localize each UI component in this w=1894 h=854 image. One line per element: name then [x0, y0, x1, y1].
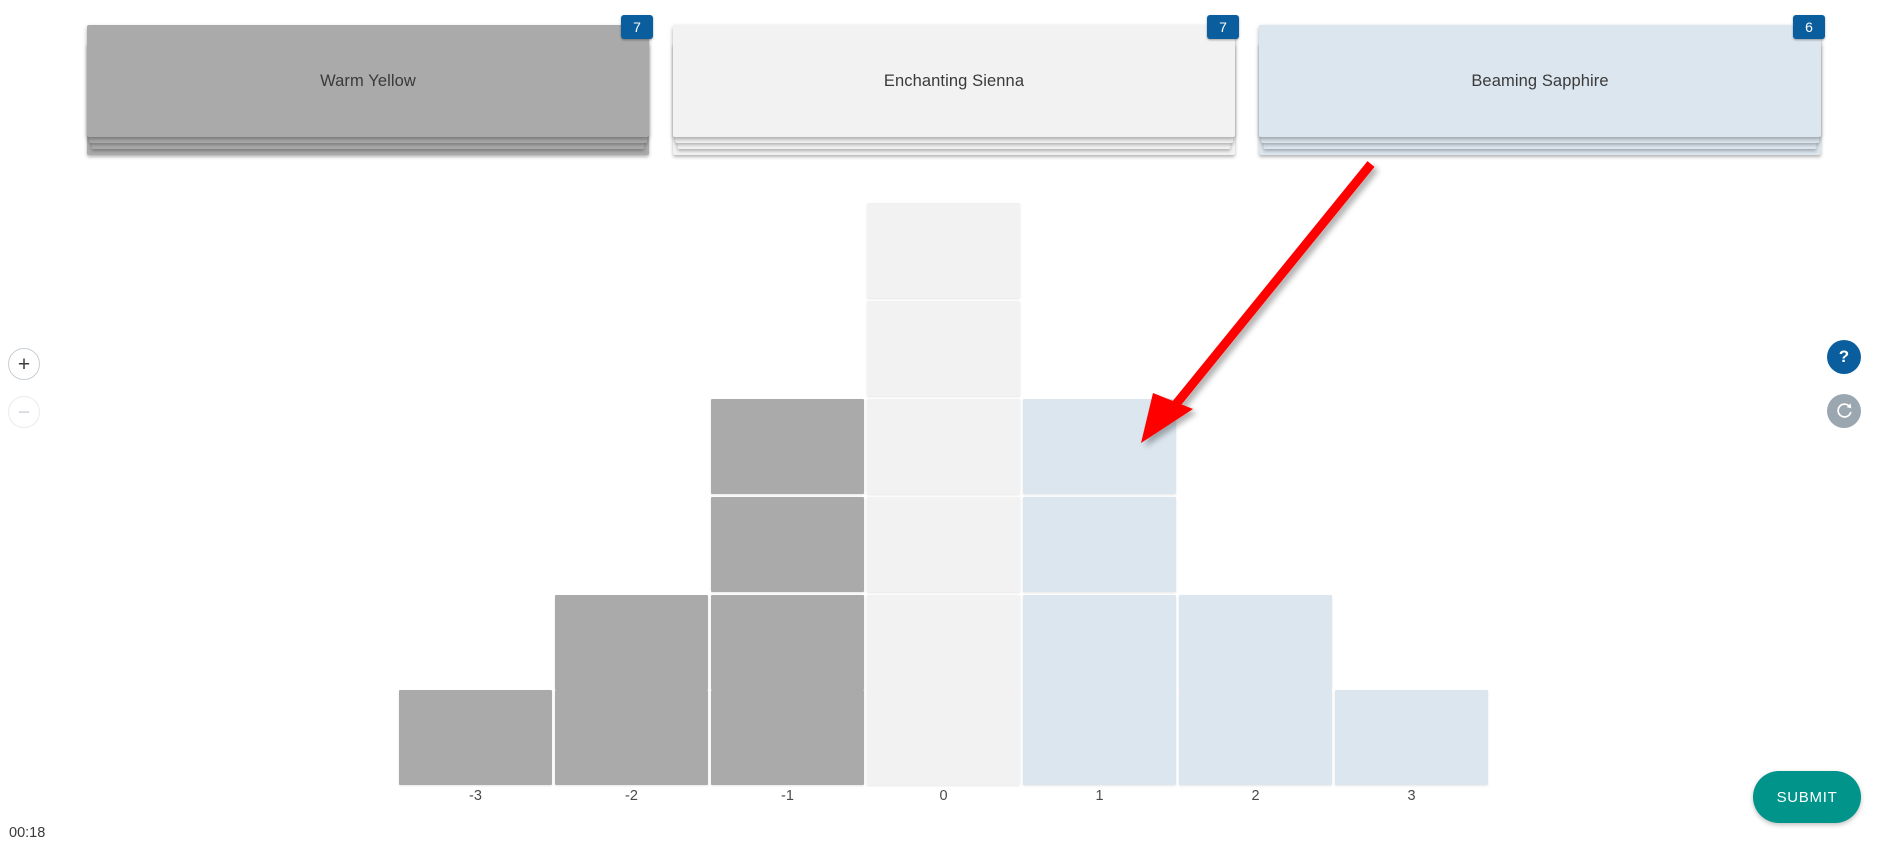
color-card-beaming-sapphire[interactable]: Beaming Sapphire 6: [1259, 15, 1825, 155]
x-axis-tick-label: -3: [469, 788, 482, 804]
card-label: Enchanting Sienna: [883, 71, 1025, 90]
histogram-column[interactable]: [399, 690, 552, 785]
card-label: Warm Yellow: [320, 71, 416, 90]
card-badge-count: 6: [1793, 15, 1825, 39]
color-card-warm-yellow[interactable]: Warm Yellow 7: [87, 15, 653, 155]
x-axis-tick-label: 2: [1251, 788, 1260, 804]
histogram-cell[interactable]: [711, 399, 864, 494]
reset-button[interactable]: [1827, 394, 1861, 428]
histogram-column[interactable]: [711, 396, 864, 785]
card-face[interactable]: Beaming Sapphire: [1259, 25, 1821, 137]
card-face[interactable]: Warm Yellow: [87, 25, 649, 137]
card-deck: Warm Yellow 7 Enchanting Sienna 7 Beamin…: [0, 0, 1894, 170]
histogram-cell[interactable]: [1179, 595, 1332, 690]
histogram-cell[interactable]: [1335, 690, 1488, 785]
color-card-enchanting-sienna[interactable]: Enchanting Sienna 7: [673, 15, 1239, 155]
zoom-in-button[interactable]: +: [8, 348, 40, 380]
histogram-column[interactable]: [1335, 690, 1488, 785]
histogram-cell[interactable]: [867, 203, 1020, 298]
zoom-out-button[interactable]: −: [8, 396, 40, 428]
histogram-cell[interactable]: [867, 497, 1020, 592]
x-axis-tick-label: 1: [1095, 788, 1104, 804]
histogram-column[interactable]: [555, 592, 708, 785]
x-axis-tick-label: 3: [1407, 788, 1416, 804]
histogram-cell[interactable]: [867, 595, 1020, 690]
histogram-cell[interactable]: [711, 595, 864, 690]
histogram-cell[interactable]: [399, 690, 552, 785]
plus-icon: +: [17, 352, 31, 376]
histogram-column[interactable]: [1179, 592, 1332, 785]
submit-button[interactable]: SUBMIT: [1753, 771, 1861, 823]
timer-display: 00:18: [9, 825, 46, 841]
histogram-cell[interactable]: [1023, 497, 1176, 592]
histogram-cell[interactable]: [867, 690, 1020, 785]
card-badge-count: 7: [621, 15, 653, 39]
histogram-cell[interactable]: [555, 690, 708, 785]
histogram-cell[interactable]: [711, 497, 864, 592]
histogram-cell[interactable]: [555, 595, 708, 690]
histogram-cell[interactable]: [1023, 595, 1176, 690]
x-axis-tick-label: -1: [781, 788, 794, 804]
histogram-x-axis: -3 -2 -1 0 1 2 3: [399, 788, 1491, 814]
minus-icon: −: [17, 400, 31, 424]
refresh-icon: [1837, 403, 1852, 418]
histogram-cell[interactable]: [1023, 690, 1176, 785]
x-axis-tick-label: -2: [625, 788, 638, 804]
histogram-cell[interactable]: [1023, 399, 1176, 494]
card-badge-count: 7: [1207, 15, 1239, 39]
histogram-column[interactable]: [867, 200, 1020, 785]
histogram-column[interactable]: [1023, 396, 1176, 785]
histogram-cell[interactable]: [867, 301, 1020, 396]
card-face[interactable]: Enchanting Sienna: [673, 25, 1235, 137]
card-label: Beaming Sapphire: [1471, 71, 1609, 90]
histogram-cell[interactable]: [1179, 690, 1332, 785]
histogram-cell[interactable]: [711, 690, 864, 785]
x-axis-tick-label: 0: [939, 788, 948, 804]
histogram-chart[interactable]: [399, 200, 1491, 785]
question-mark-icon: ?: [1838, 347, 1850, 366]
help-button[interactable]: ?: [1827, 340, 1861, 374]
histogram-cell[interactable]: [867, 399, 1020, 494]
